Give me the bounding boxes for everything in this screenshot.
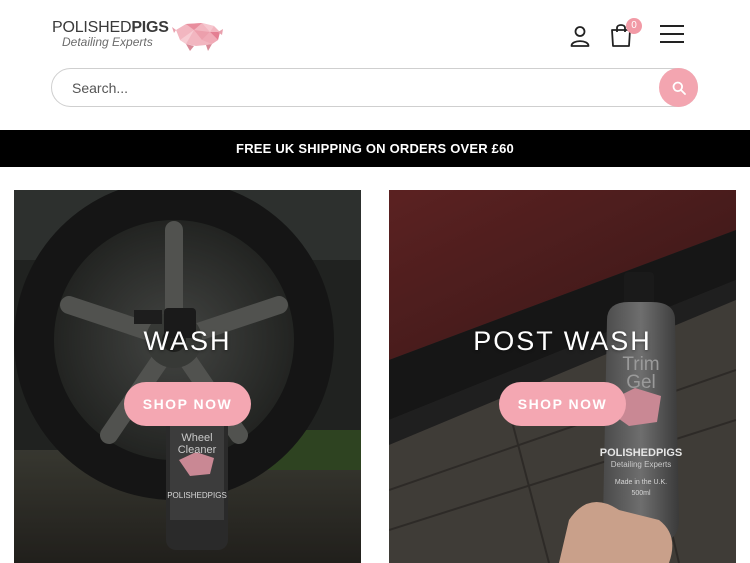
post-wash-product-tagline: Detailing Experts bbox=[611, 460, 671, 469]
tile-title-wash: WASH bbox=[143, 326, 232, 356]
logo-brand-thin: POLISHED bbox=[52, 19, 132, 36]
pig-logo-icon bbox=[172, 23, 223, 51]
search-bar bbox=[51, 68, 698, 107]
search-input[interactable] bbox=[72, 69, 652, 106]
account-icon[interactable] bbox=[568, 24, 592, 48]
post-wash-product-volume: 500ml bbox=[631, 490, 651, 497]
post-wash-product-brand: POLISHEDPIGS bbox=[600, 447, 683, 459]
wash-product-label-line1: Wheel bbox=[181, 432, 212, 444]
wash-product-label-line2: Cleaner bbox=[178, 444, 217, 456]
search-button[interactable] bbox=[659, 68, 698, 107]
logo-tagline: Detailing Experts bbox=[62, 35, 153, 49]
shop-now-post-wash-button[interactable]: SHOP NOW bbox=[499, 382, 626, 426]
hamburger-menu-icon[interactable] bbox=[660, 24, 684, 44]
post-wash-product-origin: Made in the U.K. bbox=[615, 479, 667, 486]
logo[interactable]: POLISHEDPIGS Detailing Experts bbox=[52, 18, 227, 54]
category-tile-wash[interactable]: Wheel Cleaner POLISHEDPIGS WASH SHOP NOW bbox=[14, 190, 361, 563]
post-wash-tile-image: Trim Gel POLISHEDPIGS Detailing Experts … bbox=[389, 190, 736, 563]
shop-now-wash-button[interactable]: SHOP NOW bbox=[124, 382, 251, 426]
cart-count-badge[interactable]: 0 bbox=[626, 18, 642, 34]
logo-brand-bold: PIGS bbox=[131, 19, 169, 36]
site-header: POLISHEDPIGS Detailing Experts 0 bbox=[0, 0, 750, 130]
free-shipping-banner: FREE UK SHIPPING ON ORDERS OVER £60 bbox=[0, 130, 750, 167]
post-wash-product-label-line2: Gel bbox=[626, 372, 656, 393]
wash-product-brand: POLISHEDPIGS bbox=[167, 491, 227, 500]
search-icon bbox=[672, 81, 686, 95]
category-tile-post-wash[interactable]: Trim Gel POLISHEDPIGS Detailing Experts … bbox=[389, 190, 736, 563]
tile-title-post-wash: POST WASH bbox=[473, 326, 652, 356]
wash-tile-image: Wheel Cleaner POLISHEDPIGS bbox=[14, 190, 361, 563]
